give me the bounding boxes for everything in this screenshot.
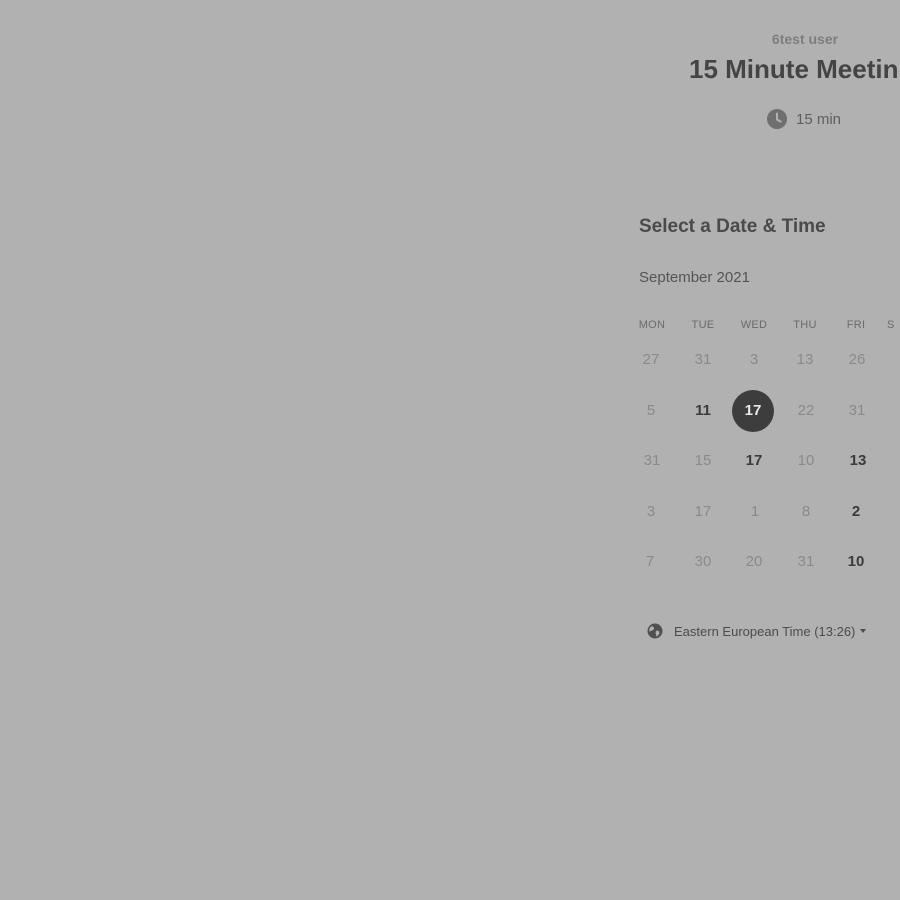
weekday-thu: THU xyxy=(793,319,817,331)
calendar-day: 30 xyxy=(694,553,712,570)
calendar-day: 31 xyxy=(694,351,712,368)
weekday-fri: FRI xyxy=(846,319,866,331)
calendar-day: 31 xyxy=(848,402,866,419)
host-name: 6test user xyxy=(771,31,839,47)
calendar-day: 31 xyxy=(797,553,815,570)
calendar-day: 3 xyxy=(646,503,656,520)
calendar-day-available[interactable]: 13 xyxy=(837,440,879,482)
duration-label: 15 min xyxy=(796,110,842,128)
weekday-mon: MON xyxy=(638,319,666,331)
calendar-day: 10 xyxy=(797,452,815,469)
calendar-day-selected[interactable]: 17 xyxy=(732,390,774,432)
calendar-day: 31 xyxy=(643,452,661,469)
calendar-day: 26 xyxy=(848,351,866,368)
calendar-day: 8 xyxy=(801,503,811,520)
calendar-day: 7 xyxy=(645,553,655,570)
calendar-day: 27 xyxy=(642,351,660,368)
calendar-day-available[interactable]: 10 xyxy=(835,541,877,583)
caret-down-icon xyxy=(860,629,867,633)
calendar-day: 1 xyxy=(750,503,760,520)
weekday-sat: S xyxy=(887,319,895,331)
calendar-day: 20 xyxy=(745,553,763,570)
calendar-day: 5 xyxy=(646,402,656,419)
weekday-wed: WED xyxy=(740,319,768,331)
select-date-heading: Select a Date & Time xyxy=(639,216,826,237)
event-title: 15 Minute Meetin xyxy=(689,54,899,84)
event-duration: 15 min xyxy=(767,108,841,130)
clock-icon xyxy=(767,109,787,129)
timezone-selector[interactable]: Eastern European Time (13:26) xyxy=(647,621,867,641)
calendar-day: 15 xyxy=(694,452,712,469)
calendar-day: 17 xyxy=(694,503,712,520)
globe-icon xyxy=(647,623,663,639)
calendar-day-available[interactable]: 11 xyxy=(682,390,724,432)
timezone-label: Eastern European Time (13:26) xyxy=(674,623,856,639)
calendar-day-available[interactable]: 2 xyxy=(835,491,877,533)
month-label: September 2021 xyxy=(639,269,750,286)
calendar-day: 3 xyxy=(749,351,759,368)
weekday-tue: TUE xyxy=(691,319,715,331)
calendar-day: 13 xyxy=(796,351,814,368)
calendar-day-available[interactable]: 17 xyxy=(733,440,775,482)
booking-panel: 6test user 15 Minute Meetin 15 min Selec… xyxy=(0,0,900,900)
calendar-day: 22 xyxy=(797,402,815,419)
